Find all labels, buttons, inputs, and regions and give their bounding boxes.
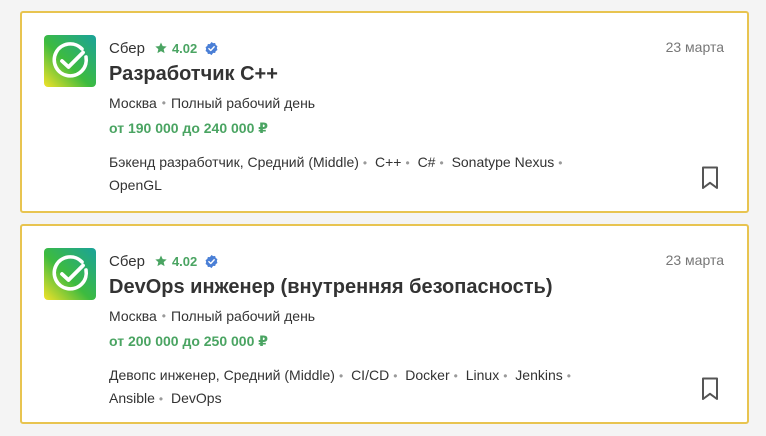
location: Москва (109, 95, 157, 111)
separator-dot: • (503, 369, 508, 383)
company-name[interactable]: Сбер (109, 253, 145, 270)
company-rating: 4.02 (171, 40, 198, 56)
vacancy-title[interactable]: Разработчик C++ (109, 63, 278, 86)
skill-tag: C# (417, 154, 436, 170)
sber-logo-icon[interactable] (44, 35, 96, 87)
bookmark-icon[interactable] (699, 376, 721, 402)
separator-dot: • (405, 156, 410, 170)
separator-dot: • (393, 369, 398, 383)
skill-tag: C++ (375, 154, 402, 170)
company-row: Сбер 4.02 (109, 251, 219, 271)
verified-badge-icon (205, 41, 218, 55)
schedule: Полный рабочий день (171, 95, 316, 111)
schedule: Полный рабочий день (171, 308, 316, 324)
skill-tags: Девопс инженер, Средний (Middle) • CI/CD •… (109, 364, 639, 410)
vacancy-card[interactable]: Сбер 4.02 23 марта DevOps инженер (внутр… (20, 224, 749, 424)
bookmark-icon[interactable] (699, 165, 721, 191)
star-icon (155, 42, 167, 54)
skill-tag: Девопс инженер, Средний (Middle) (109, 367, 335, 383)
verified-badge-icon (205, 254, 218, 268)
separator-dot: • (439, 156, 444, 170)
skill-tag: Linux (465, 367, 500, 383)
vacancy-list: Сбер 4.02 23 марта Разработчик C++ Москв… (0, 0, 766, 436)
separator-dot: • (161, 96, 166, 110)
company-row: Сбер 4.02 (109, 38, 219, 58)
vacancy-meta: Москва • Полный рабочий день (109, 95, 315, 111)
skill-tag: Ansible (109, 390, 155, 406)
skill-tag: Бэкенд разработчик, Средний (Middle) (109, 154, 359, 170)
location: Москва (109, 308, 157, 324)
skill-tag: CI/CD (351, 367, 390, 383)
skill-tags: Бэкенд разработчик, Средний (Middle) • C+… (109, 151, 639, 196)
separator-dot: • (453, 369, 458, 383)
sber-logo-icon[interactable] (44, 248, 96, 300)
skill-tag: DevOps (171, 390, 222, 406)
skill-tag: Sonatype Nexus (451, 154, 555, 170)
salary: от 200 000 до 250 000 ₽ (109, 333, 269, 349)
separator-dot: • (566, 369, 571, 383)
salary: от 190 000 до 240 000 ₽ (109, 120, 269, 136)
separator-dot: • (338, 369, 344, 383)
company-name[interactable]: Сбер (109, 40, 145, 57)
skill-tag: OpenGL (109, 177, 162, 193)
vacancy-card[interactable]: Сбер 4.02 23 марта Разработчик C++ Москв… (20, 11, 749, 213)
skill-tag: Docker (405, 367, 450, 383)
skill-tag: Jenkins (515, 367, 563, 383)
separator-dot: • (161, 309, 166, 323)
separator-dot: • (362, 156, 368, 170)
separator-dot: • (158, 392, 164, 406)
star-icon (155, 255, 167, 267)
publish-date: 23 марта (665, 252, 724, 268)
vacancy-meta: Москва • Полный рабочий день (109, 308, 315, 324)
publish-date: 23 марта (665, 39, 724, 55)
separator-dot: • (558, 156, 563, 170)
company-rating: 4.02 (171, 253, 198, 269)
vacancy-title[interactable]: DevOps инженер (внутренняя безопасность) (109, 276, 553, 299)
